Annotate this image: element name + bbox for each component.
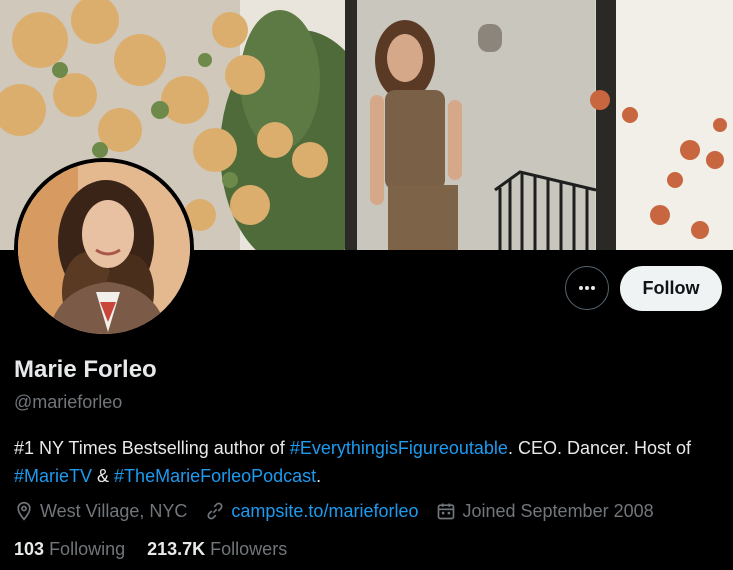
followers-label: Followers bbox=[210, 539, 288, 559]
more-options-button[interactable] bbox=[565, 266, 609, 310]
bio-text: . CEO. Dancer. Host of bbox=[507, 438, 692, 458]
profile-website[interactable]: campsite.to/marieforleo bbox=[205, 501, 418, 522]
link-icon bbox=[207, 502, 223, 520]
following-link[interactable]: 103 Following bbox=[14, 539, 125, 560]
hashtag-link[interactable]: #TheMarieForleoPodcast bbox=[114, 466, 316, 486]
website-link[interactable]: campsite.to/marieforleo bbox=[231, 501, 418, 522]
follow-button-label: Follow bbox=[642, 278, 700, 298]
profile-handle: @marieforleo bbox=[14, 392, 123, 412]
profile-joined: Joined September 2008 bbox=[436, 500, 654, 522]
followers-count: 213.7K bbox=[147, 539, 206, 559]
bio-text: #1 NY Times Bestselling author of bbox=[14, 438, 290, 458]
following-count: 103 bbox=[14, 539, 45, 559]
bio-text: . bbox=[316, 466, 322, 486]
more-horizontal-icon bbox=[579, 286, 595, 290]
followers-link[interactable]: 213.7K Followers bbox=[147, 539, 287, 560]
hashtag-link[interactable]: #MarieTV bbox=[14, 466, 92, 486]
joined-text: Joined September 2008 bbox=[462, 500, 654, 521]
profile-name: Marie Forleo bbox=[14, 356, 157, 383]
profile-bio: #1 NY Times Bestselling author of #Every… bbox=[14, 434, 719, 490]
location-pin-icon bbox=[17, 501, 31, 521]
calendar-icon bbox=[438, 503, 455, 520]
profile-location: West Village, NYC bbox=[14, 501, 187, 522]
follow-button[interactable]: Follow bbox=[620, 266, 722, 311]
avatar[interactable] bbox=[18, 162, 190, 334]
profile-stats: 103 Following 213.7K Followers bbox=[14, 539, 309, 560]
bio-text: & bbox=[92, 466, 115, 486]
avatar-border bbox=[14, 158, 194, 338]
location-text: West Village, NYC bbox=[40, 500, 188, 521]
following-label: Following bbox=[49, 539, 126, 559]
hashtag-link[interactable]: #EverythingisFigureoutable bbox=[290, 438, 508, 458]
profile-meta: West Village, NYC campsite.to/marieforle… bbox=[14, 499, 672, 523]
